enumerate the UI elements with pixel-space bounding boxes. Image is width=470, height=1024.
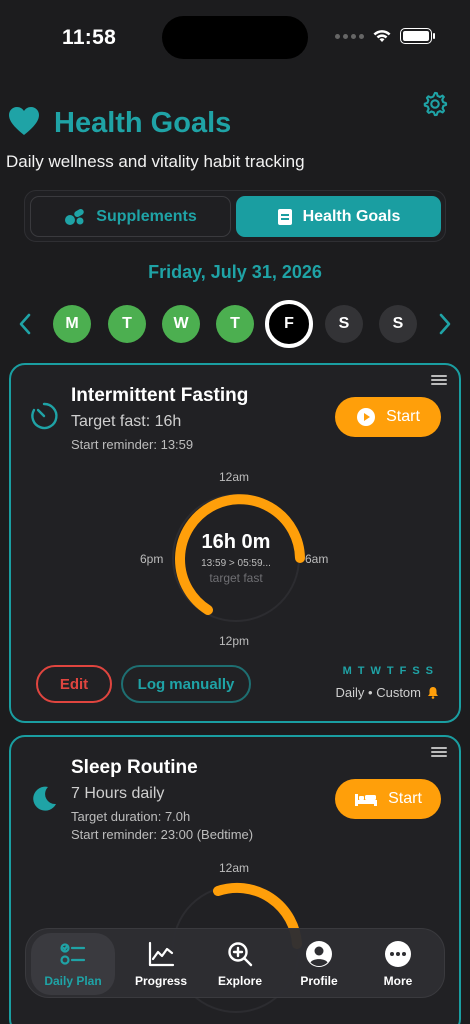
schedule-weekdays: MTWTFSS [342,665,439,677]
fasting-duration: 16h 0m [201,531,271,553]
heart-icon [9,107,39,135]
tab-daily-plan-label: Daily Plan [44,974,102,988]
chevron-left-icon[interactable] [18,313,32,335]
day-friday-selected[interactable]: F [265,300,313,348]
week-selector: M T W T F S S [0,300,470,348]
moon-icon [33,786,56,811]
timer-icon [31,402,58,430]
tab-health-goals[interactable]: Health Goals [236,196,441,237]
day-saturday[interactable]: S [325,305,363,343]
pills-icon [65,208,84,225]
tab-explore-label: Explore [217,974,262,988]
bell-icon [428,687,438,699]
bottom-tab-bar: Daily Plan Progress Explore Profile More [25,928,445,998]
sleep-subtitle: 7 Hours daily [71,785,165,802]
dynamic-island [162,16,308,59]
dial-label-6am: 6am [305,552,329,566]
dial-label-12am: 12am [219,470,250,484]
day-sunday[interactable]: S [379,305,417,343]
day-wednesday[interactable]: W [162,305,200,343]
sleep-dial-label-12am: 12am [219,861,250,875]
segmented-control: Supplements Health Goals [24,190,446,242]
chevron-right-icon[interactable] [438,313,452,335]
schedule-repeat-label: Daily • Custom [335,685,421,700]
fasting-title: Intermittent Fasting [71,385,249,406]
fasting-start-button[interactable]: Start [335,397,441,437]
schedule-repeat: Daily • Custom [336,685,439,700]
battery-icon [400,28,435,44]
day-monday[interactable]: M [53,305,91,343]
status-icons [335,28,435,44]
fasting-start-label: Start [386,408,420,425]
dial-label-12pm: 12pm [219,634,250,648]
chart-icon [148,941,175,967]
sleep-reminder: Start reminder: 23:00 (Bedtime) [71,827,254,842]
fasting-target: Target fast: 16h [71,413,182,430]
sleep-title: Sleep Routine [71,757,198,778]
current-date: Friday, July 31, 2026 [148,262,322,282]
page-subtitle: Daily wellness and vitality habit tracki… [6,152,305,171]
edit-button[interactable]: Edit [36,665,112,703]
status-bar: 11:58 [0,0,470,70]
tab-health-goals-label: Health Goals [302,207,401,225]
fasting-dial-caption: target fast [209,571,263,585]
tab-profile[interactable]: Profile [277,933,361,995]
tab-progress-label: Progress [134,974,188,988]
fasting-time-range: 13:59 > 05:59... [201,558,271,569]
drag-handle-icon[interactable] [431,747,447,759]
tab-explore[interactable]: Explore [198,933,282,995]
clipboard-icon [277,208,292,225]
bed-icon [355,794,378,806]
wifi-icon [373,30,391,42]
sleep-target: Target duration: 7.0h [71,809,191,824]
tab-daily-plan[interactable]: Daily Plan [31,933,115,995]
log-manually-button[interactable]: Log manually [121,665,251,703]
signal-icon [335,33,364,39]
fasting-dial-center: 16h 0m 13:59 > 05:59... target fast [166,531,306,585]
tab-more[interactable]: More [356,933,440,995]
page-title: Health Goals [54,107,232,139]
tab-profile-label: Profile [300,974,338,988]
sleep-start-label: Start [388,790,422,807]
tab-more-label: More [383,974,413,988]
checklist-icon [60,943,86,965]
sleep-start-button[interactable]: Start [335,779,441,819]
play-icon [357,408,376,426]
day-thursday[interactable]: T [216,305,254,343]
tab-supplements[interactable]: Supplements [30,196,231,237]
gear-icon[interactable] [421,90,449,118]
day-tuesday[interactable]: T [108,305,146,343]
drag-handle-icon[interactable] [431,375,447,387]
fasting-reminder: Start reminder: 13:59 [71,437,194,452]
more-icon [385,941,411,967]
tab-supplements-label: Supplements [96,207,197,225]
dial-label-6pm: 6pm [140,552,164,566]
fasting-card[interactable]: Intermittent Fasting Target fast: 16h St… [9,363,461,723]
status-time: 11:58 [62,26,117,49]
search-icon [228,942,253,967]
tab-progress[interactable]: Progress [119,933,203,995]
person-icon [306,941,332,967]
